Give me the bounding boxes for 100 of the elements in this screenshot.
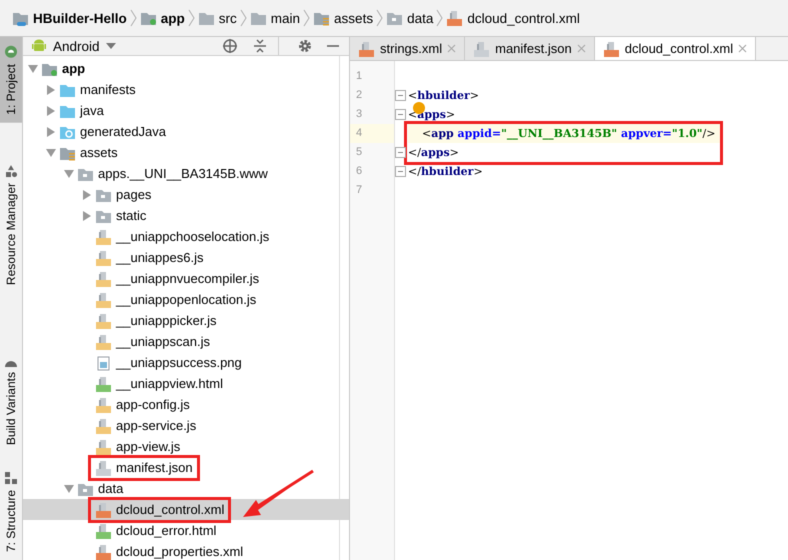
line-number: 5 (356, 146, 362, 158)
tree-row[interactable]: app-config.js (23, 394, 349, 415)
js-file-icon (95, 312, 112, 328)
fold-marker-icon[interactable] (395, 166, 406, 177)
tree-row[interactable]: __uniappchooselocation.js (23, 226, 349, 247)
tree-item-label: java (80, 103, 104, 118)
locate-icon (222, 38, 238, 54)
code-line: <app appid="__UNI__BA3145B" appver="1.0"/> (420, 127, 716, 140)
android-icon (31, 38, 47, 54)
tree-item-label: manifest.json (116, 460, 193, 475)
tree-item-label: assets (80, 145, 118, 160)
tree-row[interactable]: manifest.json (23, 457, 349, 478)
editor-tab[interactable]: manifest.json (465, 37, 595, 60)
tree-item-label: dcloud_properties.xml (116, 544, 244, 559)
tree-row[interactable]: __uniappnvuecompiler.js (23, 268, 349, 289)
tree-row[interactable]: pages (23, 184, 349, 205)
close-icon (738, 44, 748, 53)
tree-item-label: dcloud_error.html (116, 523, 216, 538)
js-file-icon (95, 396, 112, 412)
chevron-icon (436, 9, 444, 27)
breadcrumb-item[interactable]: main (246, 8, 304, 28)
tree-row[interactable]: __uniappview.html (23, 373, 349, 394)
expanded-arrow-icon[interactable] (64, 484, 74, 494)
tool-window-tab[interactable]: 7: Structure (0, 462, 22, 560)
tree-item-label: app-config.js (116, 397, 190, 412)
assets-folder-icon (313, 10, 330, 26)
js-file-icon (95, 270, 112, 286)
collapsed-arrow-icon[interactable] (46, 84, 56, 94)
expanded-arrow-icon[interactable] (46, 148, 56, 158)
tree-row[interactable]: manifests (23, 79, 349, 100)
breadcrumb-item[interactable]: src (194, 8, 240, 28)
tool-window-tab[interactable]: Build Variants (0, 352, 22, 454)
tree-item-label: __uniapppicker.js (116, 313, 216, 328)
js-file-icon (95, 292, 112, 308)
tool-window-tab[interactable]: 1: Project (0, 37, 22, 123)
html-file-icon (95, 522, 112, 538)
json-file-icon (95, 460, 112, 476)
tree-item-label: __uniappes6.js (116, 250, 204, 265)
project-folder-icon (12, 10, 29, 26)
collapsed-arrow-icon[interactable] (82, 210, 92, 220)
fold-marker-icon[interactable] (395, 90, 406, 101)
code-line: <hbuilder> (408, 89, 479, 102)
tree-row[interactable]: app-service.js (23, 415, 349, 436)
collapsed-arrow-icon[interactable] (82, 190, 92, 200)
chevron-icon (240, 9, 247, 27)
tree-row[interactable]: dcloud_control.xml (23, 499, 349, 520)
collapsed-arrow-icon[interactable] (46, 106, 56, 116)
tree-row[interactable]: apps.__UNI__BA3145B.www (23, 163, 349, 184)
tree-row[interactable]: assets (23, 142, 349, 163)
collapse-icon (252, 38, 268, 54)
json-file-icon (473, 40, 490, 56)
tree-item-label: static (116, 208, 146, 223)
tree-row[interactable]: __uniappscan.js (23, 331, 349, 352)
tree-row[interactable]: __uniappsuccess.png (23, 352, 349, 373)
line-number: 2 (356, 89, 362, 101)
line-number: 4 (356, 127, 362, 139)
editor-tab[interactable]: dcloud_control.xml (594, 37, 756, 60)
collapsed-arrow-icon[interactable] (46, 126, 56, 136)
js-file-icon (95, 334, 112, 350)
breadcrumb-item[interactable]: assets (310, 8, 376, 28)
expanded-arrow-icon[interactable] (64, 168, 74, 178)
tree-item-label: dcloud_control.xml (116, 502, 224, 517)
js-file-icon (95, 438, 112, 454)
breadcrumb-item[interactable]: app (136, 8, 188, 28)
xml-file-icon (358, 40, 375, 56)
tree-row[interactable]: __uniapppicker.js (23, 310, 349, 331)
chevron-icon (188, 9, 195, 27)
html-file-icon (95, 376, 112, 392)
tree-item-label: app (62, 61, 86, 76)
breadcrumb-item[interactable]: data (383, 8, 436, 28)
fold-marker-icon[interactable] (395, 147, 406, 158)
line-number: 3 (356, 108, 362, 120)
tool-window-tab[interactable]: Resource Manager (0, 156, 22, 294)
editor-tab[interactable]: strings.xml (350, 37, 466, 60)
close-icon (447, 44, 456, 53)
js-file-icon (95, 228, 112, 244)
tree-row[interactable]: dcloud_error.html (23, 520, 349, 541)
line-number: 6 (356, 165, 362, 177)
js-file-icon (95, 250, 112, 266)
tree-row[interactable]: __uniappopenlocation.js (23, 289, 349, 310)
tree-row[interactable]: app-view.js (23, 436, 349, 457)
tree-row[interactable]: generatedJava (23, 121, 349, 142)
breadcrumb-item[interactable]: dcloud_control.xml (443, 8, 583, 28)
module-folder-icon (140, 10, 157, 26)
folder-icon (198, 10, 215, 26)
tree-item-label: data (98, 481, 124, 496)
tree-row[interactable]: data (23, 478, 349, 499)
fold-marker-icon[interactable] (395, 109, 406, 120)
tree-row[interactable]: java (23, 100, 349, 121)
tree-row[interactable]: __uniappes6.js (23, 247, 349, 268)
close-icon (576, 44, 586, 53)
image-file-icon (95, 354, 112, 370)
tree-row[interactable]: dcloud_properties.xml (23, 541, 349, 560)
breadcrumb-item[interactable]: HBuilder-Hello (9, 8, 130, 28)
expanded-arrow-icon[interactable] (28, 64, 38, 74)
tree-row[interactable]: static (23, 205, 349, 226)
tree-item-label: pages (116, 187, 152, 202)
tree-row[interactable]: app (23, 58, 349, 79)
tree-item-label: __uniappopenlocation.js (116, 292, 256, 307)
xml-file-icon (95, 544, 112, 560)
